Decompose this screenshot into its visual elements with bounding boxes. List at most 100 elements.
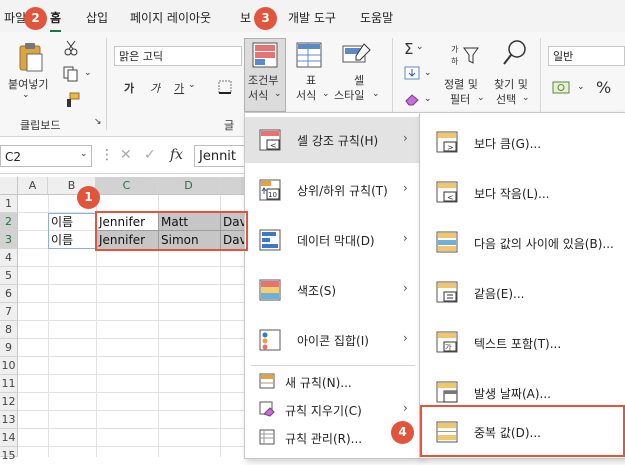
clear-rules-icon [259, 401, 275, 417]
clear-dropdown-icon[interactable]: ⌄ [424, 94, 432, 104]
svg-text:10: 10 [268, 191, 277, 199]
find-select-icon[interactable] [502, 38, 528, 68]
row-header-11[interactable]: 11 [0, 375, 18, 393]
fill-dropdown-icon[interactable]: ⌄ [424, 68, 432, 78]
gridline [18, 428, 248, 429]
svg-text:>: > [447, 143, 454, 152]
cell-styles-label-1[interactable]: 셀 [354, 72, 364, 88]
currency-dropdown-icon[interactable]: ⌄ [577, 82, 585, 92]
svg-text:<: < [270, 141, 277, 150]
dialog-launcher-icon[interactable]: ↘ [94, 117, 102, 127]
menu-item-label: 데이터 막대(D) [297, 234, 375, 248]
format-table-label-2[interactable]: 서식 [296, 87, 316, 103]
row-header-10[interactable]: 10 [0, 357, 18, 375]
find-select-dropdown-icon[interactable]: ⌄ [522, 93, 530, 103]
name-box[interactable]: C2 [0, 145, 92, 167]
percent-button[interactable]: % [596, 78, 611, 97]
menu-item-color-scales[interactable]: 색조(S) › [245, 267, 421, 313]
tab-home[interactable]: 홈 [50, 9, 62, 32]
bold-button[interactable]: 가 [124, 80, 134, 96]
highlight-cells-icon: < [259, 129, 281, 151]
row-header-1[interactable]: 1 [0, 195, 18, 213]
submenu-item-less-than[interactable]: < 보다 작음(L)... [420, 169, 625, 217]
row-header-9[interactable]: 9 [0, 339, 18, 357]
sort-filter-label-2[interactable]: 필터 [450, 91, 470, 107]
tab-developer[interactable]: 개발 도구 [288, 9, 336, 26]
sort-filter-label-1[interactable]: 정렬 및 [444, 76, 478, 92]
row-header-15[interactable]: 15 [0, 447, 18, 462]
submenu-item-equal-to[interactable]: 같음(E)... [420, 269, 625, 317]
paste-dropdown-icon[interactable]: ⌄ [22, 90, 30, 100]
menu-item-clear-rules[interactable]: 규칙 지우기(C) › [245, 395, 421, 423]
row-header-2[interactable]: 2 [0, 213, 18, 231]
menu-item-icon-sets[interactable]: 아이콘 집합(I) › [245, 317, 421, 363]
insert-function-button[interactable]: fx [170, 147, 183, 163]
menu-item-label: 셀 강조 규칙(H) [297, 134, 379, 148]
autosum-icon[interactable]: Σ [404, 40, 413, 58]
row-header-8[interactable]: 8 [0, 321, 18, 339]
currency-format-icon[interactable] [552, 80, 572, 96]
menu-item-highlight-cells-rules[interactable]: < 셀 강조 규칙(H) › [245, 117, 421, 163]
row-header-3[interactable]: 3 [0, 231, 18, 249]
equal-to-icon [436, 281, 458, 303]
chevron-right-icon: › [403, 401, 408, 415]
find-select-label-1[interactable]: 찾기 및 [494, 76, 528, 92]
cut-icon[interactable] [64, 40, 78, 56]
column-header-d[interactable]: D [158, 177, 220, 195]
font-name-combo[interactable]: 맑은 고딕 [114, 46, 242, 66]
menu-item-top-bottom-rules[interactable]: 10 상위/하위 규칙(T) › [245, 167, 421, 213]
tab-view[interactable]: 보 [240, 9, 251, 26]
tab-file[interactable]: 파일 [4, 9, 26, 26]
row-header-5[interactable]: 5 [0, 267, 18, 285]
row-header-13[interactable]: 13 [0, 411, 18, 429]
format-table-label-1[interactable]: 표 [306, 72, 316, 88]
cell-styles-dropdown-icon[interactable]: ⌄ [372, 89, 380, 99]
sort-filter-dropdown-icon[interactable]: ⌄ [477, 93, 485, 103]
column-header-a[interactable]: A [18, 177, 48, 195]
menu-item-data-bars[interactable]: 데이터 막대(D) › [245, 217, 421, 263]
cell-styles-label-2[interactable]: 스타일 [334, 87, 364, 103]
submenu-item-greater-than[interactable]: > 보다 큼(G)... [420, 119, 625, 167]
format-painter-icon[interactable] [64, 92, 80, 108]
number-format-combo[interactable]: 일반 [548, 46, 625, 66]
callout-1: 1 [77, 186, 100, 209]
name-box-dropdown-icon[interactable]: ⌄ [80, 149, 88, 159]
submenu-item-label: 같음(E)... [474, 287, 525, 301]
italic-button[interactable]: 가 [150, 80, 160, 96]
submenu-item-label: 발생 날짜(A)... [474, 387, 551, 401]
submenu-item-text-contains[interactable]: 가 텍스트 포함(T)... [420, 319, 625, 367]
column-header-c[interactable]: C [96, 177, 158, 195]
row-header-4[interactable]: 4 [0, 249, 18, 267]
borders-icon[interactable] [218, 80, 234, 94]
find-select-label-2[interactable]: 선택 [496, 91, 516, 107]
cell-b2[interactable]: 이름 [49, 213, 96, 231]
row-header-6[interactable]: 6 [0, 285, 18, 303]
chevron-right-icon: › [403, 181, 408, 195]
cell-styles-icon[interactable] [342, 42, 372, 68]
row-header-7[interactable]: 7 [0, 303, 18, 321]
cell-b3[interactable]: 이름 [49, 231, 96, 249]
format-as-table-icon[interactable] [296, 42, 322, 68]
copy-dropdown-icon[interactable]: ⌄ [84, 68, 92, 78]
between-icon [436, 231, 458, 253]
fill-icon[interactable] [404, 66, 420, 80]
enter-icon[interactable]: ✓ [144, 147, 156, 163]
underline-dropdown-icon[interactable]: ⌄ [188, 80, 196, 90]
copy-icon[interactable] [63, 66, 79, 82]
tab-page-layout[interactable]: 페이지 레이아웃 [130, 9, 211, 26]
sort-filter-icon[interactable]: 가 하 [450, 42, 480, 68]
menu-item-new-rule[interactable]: 새 규칙(N)... [245, 367, 421, 395]
submenu-item-between[interactable]: 다음 값의 사이에 있음(B)... [420, 219, 625, 267]
paste-icon[interactable] [18, 42, 44, 72]
autosum-dropdown-icon[interactable]: ⌄ [416, 42, 424, 52]
format-table-dropdown-icon[interactable]: ⌄ [322, 89, 330, 99]
clear-icon[interactable] [404, 92, 420, 106]
row-header-12[interactable]: 12 [0, 393, 18, 411]
underline-button[interactable]: 가 [174, 80, 184, 96]
cancel-icon[interactable]: ✕ [120, 147, 132, 163]
tab-help[interactable]: 도움말 [360, 9, 393, 26]
gridline [18, 320, 248, 321]
row-header-14[interactable]: 14 [0, 429, 18, 447]
tab-insert[interactable]: 삽입 [86, 9, 108, 26]
select-all-corner[interactable] [0, 177, 18, 195]
